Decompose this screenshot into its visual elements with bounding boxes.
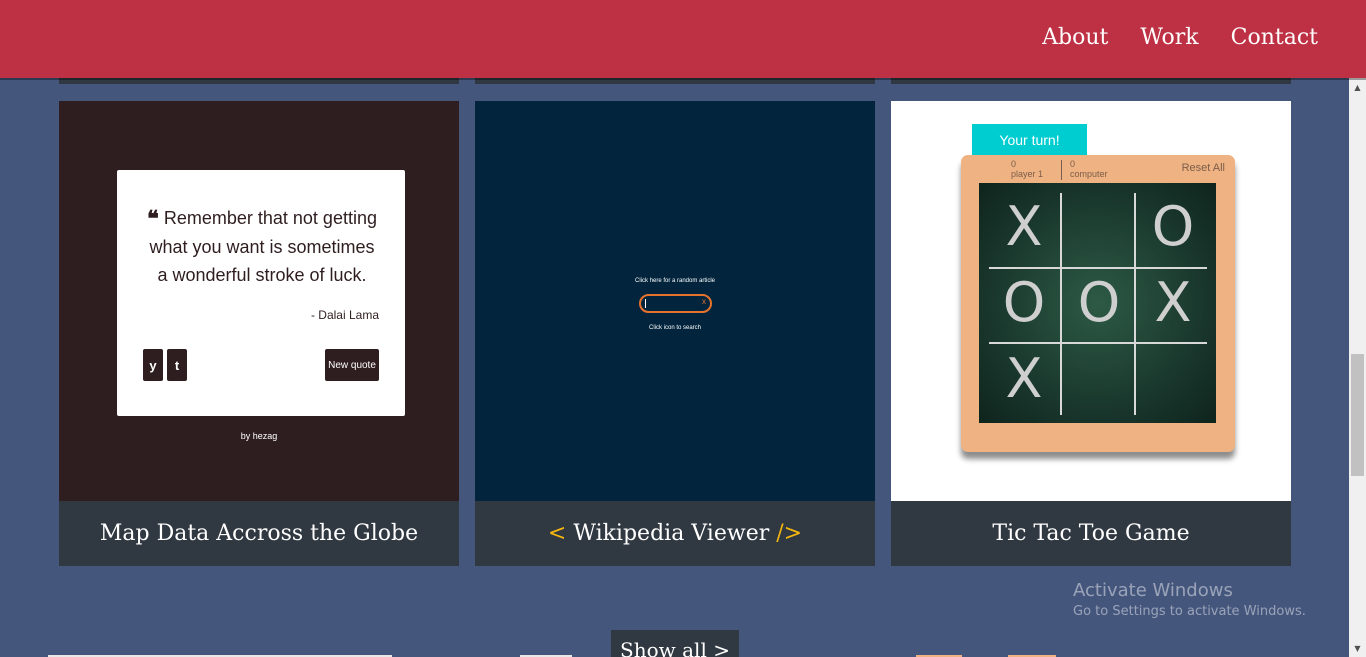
clear-icon[interactable]: x: [702, 297, 706, 306]
vertical-scrollbar[interactable]: ▲ ▼: [1349, 78, 1366, 657]
scroll-down-arrow-icon[interactable]: ▼: [1349, 641, 1366, 655]
project-title[interactable]: Map Data Accross the Globe: [59, 501, 459, 566]
player-score-value: 0: [1011, 159, 1017, 169]
quote-text: ❝ Remember that not getting what you wan…: [147, 204, 377, 289]
board-cell[interactable]: X: [987, 341, 1061, 417]
quote-body: Remember that not getting what you want …: [149, 208, 377, 285]
project-title[interactable]: < Wikipedia Viewer />: [475, 501, 875, 566]
computer-score-label: computer: [1070, 169, 1108, 179]
bracket-close: />: [776, 521, 803, 546]
turn-indicator: Your turn!: [972, 124, 1087, 155]
board-cell[interactable]: O: [1062, 265, 1136, 341]
board-cell[interactable]: [1062, 341, 1136, 417]
quote-author: - Dalai Lama: [310, 308, 379, 322]
search-hint: Click icon to search: [648, 325, 702, 331]
scroll-up-arrow-icon[interactable]: ▲: [1349, 80, 1366, 94]
game-board-frame: 0 player 1 0 computer Reset All X O O O X …: [961, 155, 1235, 452]
navbar: About Work Contact: [0, 0, 1366, 78]
quote-mark-icon: ❝: [147, 206, 159, 232]
nav-link-about[interactable]: About: [1042, 25, 1108, 50]
computer-score: 0 computer: [1070, 159, 1108, 179]
player-score-label: player 1: [1011, 169, 1044, 179]
activate-windows-subtitle: Go to Settings to activate Windows.: [1073, 604, 1306, 619]
project-title[interactable]: Tic Tac Toe Game: [891, 501, 1291, 566]
text-caret: [645, 299, 646, 308]
project-thumbnail[interactable]: Your turn! 0 player 1 0 computer Reset All…: [891, 101, 1291, 501]
activate-windows-title: Activate Windows: [1073, 580, 1233, 601]
project-card-tic-tac-toe[interactable]: Your turn! 0 player 1 0 computer Reset All…: [891, 101, 1291, 566]
board-cell[interactable]: O: [987, 265, 1061, 341]
board-cell[interactable]: [1062, 189, 1136, 265]
board-cell[interactable]: X: [987, 189, 1061, 265]
new-quote-button[interactable]: New quote: [325, 349, 379, 381]
project-thumbnail[interactable]: ❝ Remember that not getting what you wan…: [59, 101, 459, 501]
bracket-open: <: [547, 521, 567, 546]
credit-prefix: by: [240, 431, 251, 441]
previous-card-edge: [59, 78, 459, 84]
credit-name: hezag: [252, 431, 278, 441]
tumblr-icon[interactable]: t: [167, 349, 187, 381]
quote-box: ❝ Remember that not getting what you wan…: [117, 170, 405, 416]
show-all-button[interactable]: Show all >: [611, 630, 739, 657]
search-input[interactable]: x: [639, 294, 712, 313]
player-score: 0 player 1: [1011, 159, 1043, 179]
nav-link-work[interactable]: Work: [1140, 25, 1198, 50]
score-divider: [1061, 160, 1062, 180]
project-card-wikipedia-viewer[interactable]: Click here for a random article x Click …: [475, 101, 875, 566]
board-cell[interactable]: [1136, 341, 1210, 417]
reset-all-button[interactable]: Reset All: [1182, 162, 1225, 174]
project-title-text: Wikipedia Viewer: [573, 521, 770, 546]
project-card-map-data[interactable]: ❝ Remember that not getting what you wan…: [59, 101, 459, 566]
board-cell[interactable]: O: [1136, 189, 1210, 265]
nav-link-contact[interactable]: Contact: [1231, 25, 1318, 50]
board-cell[interactable]: X: [1136, 265, 1210, 341]
scrollbar-thumb[interactable]: [1351, 354, 1364, 476]
previous-card-edge: [475, 78, 875, 84]
project-thumbnail[interactable]: Click here for a random article x Click …: [475, 101, 875, 501]
chalkboard: X O O O X X: [979, 183, 1216, 423]
random-article-link[interactable]: Click here for a random article: [475, 278, 875, 284]
previous-card-edge: [891, 78, 1291, 84]
computer-score-value: 0: [1070, 159, 1076, 169]
twitter-icon[interactable]: y: [143, 349, 163, 381]
credit-line: by hezag: [59, 431, 459, 441]
nav-links: About Work Contact: [1042, 25, 1318, 50]
